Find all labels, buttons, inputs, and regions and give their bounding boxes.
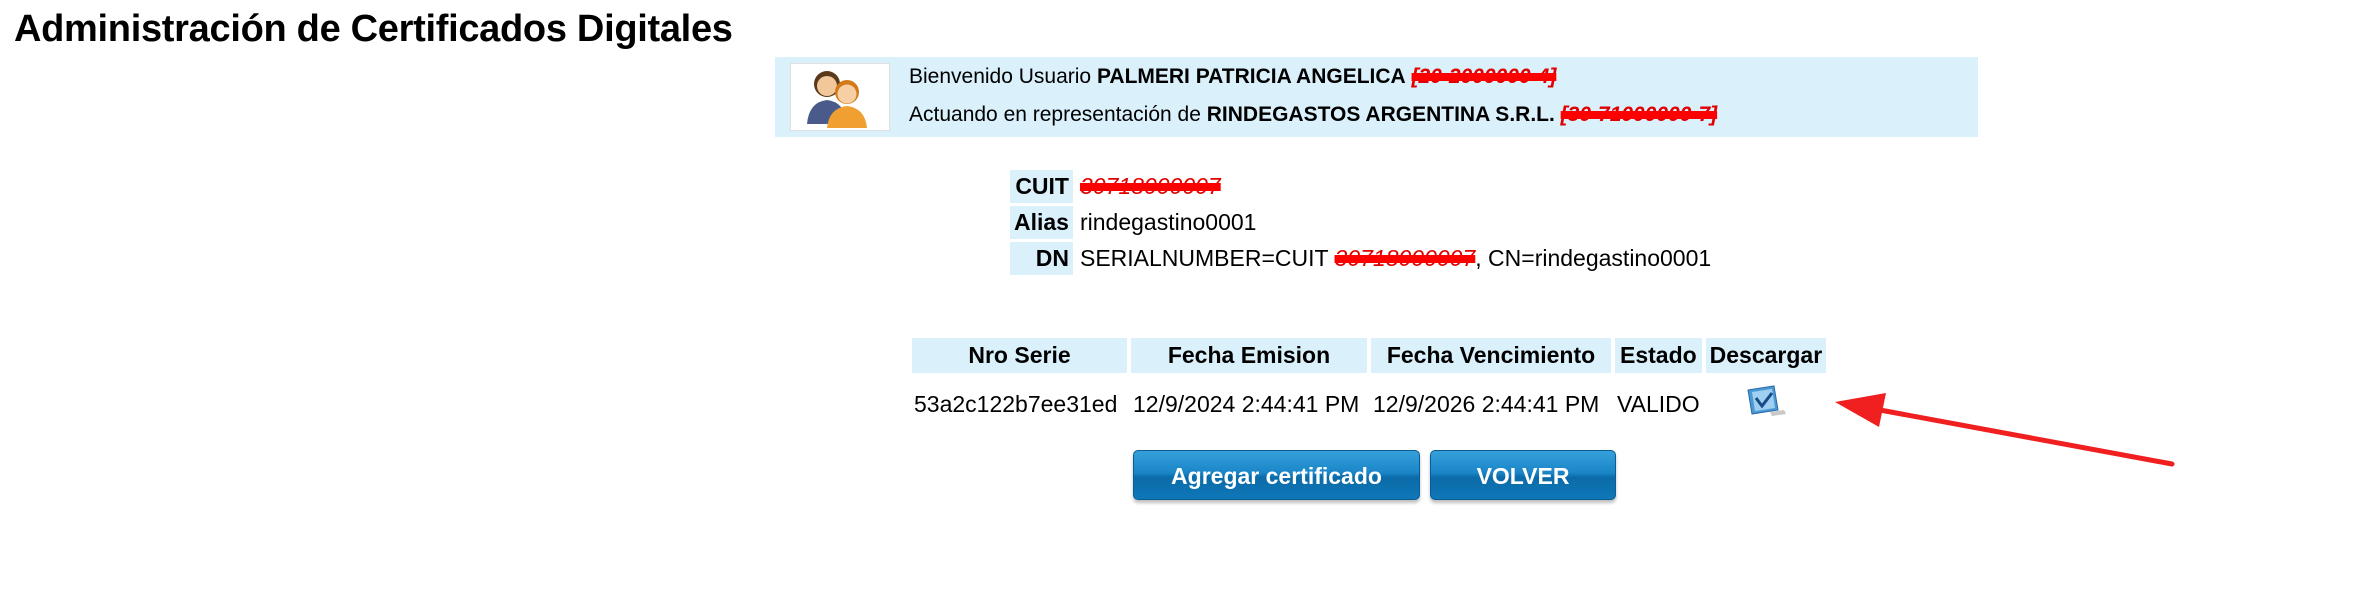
expires-cell: 12/9/2026 2:44:41 PM bbox=[1373, 390, 1600, 417]
cuit-redacted: 30718000007 bbox=[1079, 173, 1221, 199]
certificate-info-table: CUIT 30718000007 Alias rindegastino0001 … bbox=[1007, 167, 1718, 278]
info-value-redacted: 30718000007 bbox=[1076, 170, 1715, 203]
certificates-table: Nro Serie Fecha Emision Fecha Vencimient… bbox=[908, 335, 1830, 435]
back-button[interactable]: VOLVER bbox=[1430, 450, 1616, 500]
dn-prefix: SERIALNUMBER=CUIT bbox=[1079, 245, 1335, 271]
company-name: RINDEGASTOS ARGENTINA S.R.L. bbox=[1206, 103, 1555, 126]
info-label: Alias bbox=[1010, 206, 1073, 239]
acting-prefix: Actuando en representación de bbox=[909, 103, 1201, 126]
info-row-dn: DN SERIALNUMBER=CUIT 30718000007, CN=rin… bbox=[1010, 242, 1715, 275]
column-header: Fecha Emision bbox=[1131, 338, 1367, 373]
users-icon bbox=[790, 63, 890, 131]
dn-suffix: , CN=rindegastino0001 bbox=[1475, 245, 1712, 271]
column-header: Fecha Vencimiento bbox=[1371, 338, 1611, 373]
welcome-prefix: Bienvenido Usuario bbox=[909, 65, 1092, 88]
acting-line: Actuando en representación de RINDEGASTO… bbox=[909, 103, 1717, 127]
info-value: rindegastino0001 bbox=[1079, 209, 1257, 235]
table-header-row: Nro Serie Fecha Emision Fecha Vencimient… bbox=[912, 338, 1827, 373]
info-value: SERIALNUMBER=CUIT 30718000007, CN=rindeg… bbox=[1076, 242, 1715, 275]
company-id-redacted: [30-71000000-7] bbox=[1560, 103, 1718, 126]
info-label: DN bbox=[1010, 242, 1073, 275]
status-cell: VALIDO bbox=[1617, 390, 1700, 417]
user-id-redacted: [20-2000000-4] bbox=[1411, 65, 1557, 88]
certificate-download-icon[interactable] bbox=[1744, 384, 1788, 424]
page-title: Administración de Certificados Digitales bbox=[14, 8, 733, 50]
info-row-alias: Alias rindegastino0001 bbox=[1010, 206, 1715, 239]
column-header: Estado bbox=[1615, 338, 1702, 373]
add-certificate-button[interactable]: Agregar certificado bbox=[1133, 450, 1420, 500]
serial-cell: 53a2c122b7ee31ed bbox=[914, 390, 1118, 417]
column-header: Descargar bbox=[1705, 338, 1827, 373]
dn-redacted: 30718000007 bbox=[1334, 245, 1476, 271]
user-panel: Bienvenido Usuario PALMERI PATRICIA ANGE… bbox=[775, 57, 1978, 137]
user-name: PALMERI PATRICIA ANGELICA bbox=[1096, 65, 1406, 88]
column-header: Nro Serie bbox=[912, 338, 1127, 373]
download-cell bbox=[1706, 376, 1827, 432]
info-row-cuit: CUIT 30718000007 bbox=[1010, 170, 1715, 203]
welcome-line: Bienvenido Usuario PALMERI PATRICIA ANGE… bbox=[909, 65, 1556, 89]
table-row: 53a2c122b7ee31ed 12/9/2024 2:44:41 PM 12… bbox=[912, 376, 1826, 432]
info-label: CUIT bbox=[1010, 170, 1073, 203]
issued-cell: 12/9/2024 2:44:41 PM bbox=[1133, 390, 1360, 417]
